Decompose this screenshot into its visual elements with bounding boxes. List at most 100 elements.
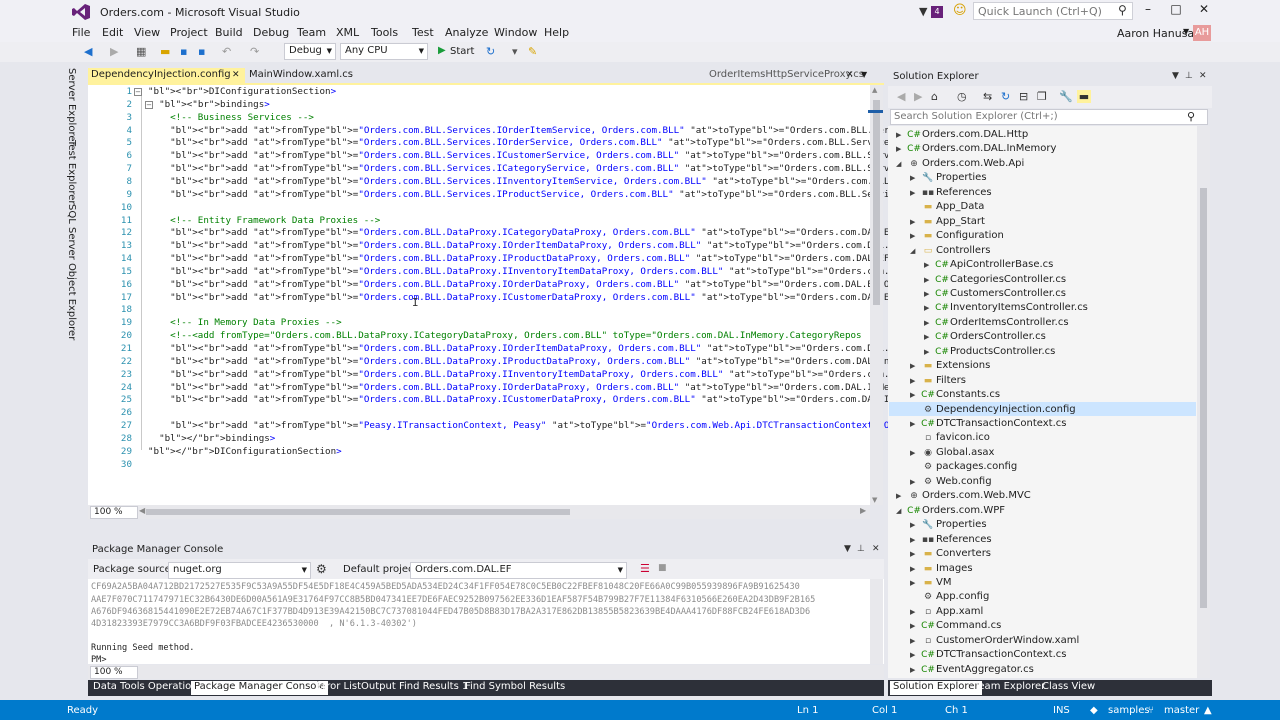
tree-item[interactable]: ▶ ▪▪ References [910, 186, 992, 200]
tree-item[interactable]: ▶ C#CustomersController.cs [924, 287, 1066, 301]
tree-item[interactable]: ▶ C#Orders.com.DAL.Http [896, 128, 1028, 142]
expander-icon[interactable]: ▶ [924, 258, 934, 272]
expander-icon[interactable]: ▶ [910, 186, 920, 200]
tree-item[interactable]: ▶ C#ProductsController.cs [924, 345, 1055, 359]
notification-badge[interactable]: 4 [931, 6, 943, 18]
lightbulb-icon[interactable]: ✎ [528, 45, 537, 58]
tree-item[interactable]: ▶ ▬ Configuration [910, 229, 1004, 243]
tree-item[interactable]: ▶ ▬ VM [910, 576, 951, 590]
expander-icon[interactable]: ▶ [910, 533, 920, 547]
home-icon[interactable]: ⌂ [931, 90, 938, 103]
menu-analyze[interactable]: Analyze [445, 26, 488, 39]
status-branch[interactable]: master [1164, 705, 1199, 716]
back-icon[interactable]: ◀ [84, 45, 92, 58]
platform-select[interactable]: Any CPU ▼ [340, 43, 428, 60]
properties-wrench-icon[interactable]: 🔧 [1059, 90, 1073, 103]
close-button[interactable]: ✕ [1191, 2, 1217, 16]
tab-error-list[interactable]: Error List [313, 681, 364, 695]
expander-icon[interactable]: ▶ [910, 634, 920, 648]
tree-item[interactable]: ▶ C#OrdersController.cs [924, 330, 1046, 344]
tab-main-window-xaml-cs[interactable]: MainWindow.xaml.cs [246, 68, 371, 84]
close-icon[interactable]: ✕ [232, 70, 240, 80]
sync-icon[interactable]: ⇆ [983, 90, 992, 103]
expander-icon[interactable]: ▶ [910, 417, 920, 431]
close-icon[interactable]: ✕ [846, 70, 854, 80]
tree-item[interactable]: ⚙ packages.config [910, 460, 1017, 474]
expander-icon[interactable]: ▶ [910, 446, 920, 460]
clear-console-icon[interactable]: ☰ [640, 562, 650, 575]
redo-icon[interactable]: ↷ [250, 45, 259, 58]
tree-item[interactable]: ▬ App_Data [910, 200, 985, 214]
browser-link-icon[interactable]: ▾ [512, 45, 518, 58]
tree-item[interactable]: ⚙ DependencyInjection.config [910, 403, 1076, 417]
avatar[interactable]: AH [1193, 25, 1211, 41]
tree-item[interactable]: ◢ ⊕ Orders.com.Web.Api [896, 157, 1024, 171]
menu-debug[interactable]: Debug [253, 26, 289, 39]
status-repo[interactable]: samples [1108, 705, 1150, 716]
sql-server-object-explorer-tab[interactable]: SQL Server Object Explorer [66, 204, 77, 340]
quick-launch-input[interactable]: Quick Launch (Ctrl+Q) [973, 2, 1133, 20]
start-button[interactable]: Start [450, 46, 474, 57]
pmc-vertical-scrollbar[interactable] [870, 579, 883, 664]
pending-changes-icon[interactable]: ◷ [957, 90, 967, 103]
expander-icon[interactable]: ▶ [910, 547, 920, 561]
tree-item[interactable]: ⚙ App.config [910, 590, 989, 604]
tab-output[interactable]: Output [358, 681, 399, 695]
expander-icon[interactable]: ▶ [910, 619, 920, 633]
window-position-icon[interactable]: ▼ [1172, 71, 1179, 81]
tab-solution-explorer[interactable]: Solution Explorer [890, 681, 982, 695]
tree-item[interactable]: ▶ ▫ App.xaml [910, 605, 983, 619]
refresh-icon[interactable]: ↻ [1001, 90, 1010, 103]
tree-item[interactable]: ◢ C#Orders.com.WPF [896, 504, 1005, 518]
tree-item[interactable]: ▶ C#DTCTransactionContext.cs [910, 648, 1066, 662]
expander-icon[interactable]: ▶ [910, 648, 920, 662]
expander-icon[interactable]: ▶ [910, 518, 920, 532]
save-icon[interactable]: ▪ [180, 45, 187, 58]
tab-data-tools-operations[interactable]: Data Tools Operations [90, 681, 206, 695]
search-icon[interactable]: ⚲ [1187, 110, 1195, 123]
expander-icon[interactable]: ▶ [910, 374, 920, 388]
scroll-right-icon[interactable]: ▶ [860, 506, 866, 515]
refresh-icon[interactable]: ↻ [486, 45, 495, 58]
tree-item[interactable]: ◢ ▭ Controllers [910, 244, 990, 258]
tree-item[interactable]: ▶ ▪▪ References [910, 533, 992, 547]
expander-icon[interactable]: ▶ [924, 301, 934, 315]
menu-team[interactable]: Team [297, 26, 326, 39]
preview-selected-icon[interactable]: ▬ [1077, 90, 1091, 103]
tab-class-view[interactable]: Class View [1039, 681, 1098, 695]
configuration-select[interactable]: Debug ▼ [284, 43, 336, 60]
tree-item[interactable]: ▶ C#EventAggregator.cs [910, 663, 1034, 677]
tree-item[interactable]: ▶ C#ApiControllerBase.cs [924, 258, 1053, 272]
stop-icon[interactable]: ■ [658, 563, 667, 573]
tree-item[interactable]: ▶ ⊕ Orders.com.Web.MVC [896, 489, 1031, 503]
show-all-files-icon[interactable]: ❐ [1037, 90, 1047, 103]
expander-icon[interactable]: ▶ [910, 475, 920, 489]
minimize-button[interactable]: – [1135, 2, 1161, 16]
tab-order-items-http-service-proxy[interactable]: OrderItemsHttpServiceProxy.cs [706, 68, 864, 84]
pmc-zoom-select[interactable]: 100 % [90, 666, 138, 679]
tree-item[interactable]: ▫ favicon.ico [910, 431, 990, 445]
tree-item[interactable]: ▶ C#CategoriesController.cs [924, 273, 1066, 287]
tree-item[interactable]: ▶ ▬ Converters [910, 547, 991, 561]
server-explorer-tab[interactable]: Server Explorer [66, 68, 77, 146]
expander-icon[interactable]: ◢ [896, 157, 906, 171]
search-icon[interactable]: ⚲ [1118, 3, 1127, 17]
menu-edit[interactable]: Edit [102, 26, 123, 39]
editor-zoom-select[interactable]: 100 % [90, 506, 138, 519]
default-project-select[interactable]: Orders.com.DAL.EF ▼ [410, 562, 627, 579]
tree-item[interactable]: ▶ C#Orders.com.DAL.InMemory [896, 142, 1056, 156]
menu-tools[interactable]: Tools [371, 26, 398, 39]
back-icon[interactable]: ◀ [897, 90, 905, 103]
tree-item[interactable]: ▶ C#Command.cs [910, 619, 1001, 633]
forward-icon[interactable]: ▶ [914, 90, 922, 103]
forward-icon[interactable]: ▶ [110, 45, 118, 58]
tab-find-symbol-results[interactable]: Find Symbol Results [462, 681, 568, 695]
tree-item[interactable]: ▶ ▬ App_Start [910, 215, 985, 229]
chevron-up-icon[interactable]: ▲ [1204, 705, 1212, 716]
close-icon[interactable]: ✕ [1199, 71, 1207, 81]
chevron-down-icon[interactable]: ▼ [1183, 27, 1189, 36]
gear-icon[interactable]: ⚙ [316, 562, 327, 576]
expander-icon[interactable]: ▶ [924, 330, 934, 344]
git-branch-icon[interactable]: ⑂ [1148, 705, 1154, 716]
scrollbar-thumb[interactable] [873, 100, 880, 305]
